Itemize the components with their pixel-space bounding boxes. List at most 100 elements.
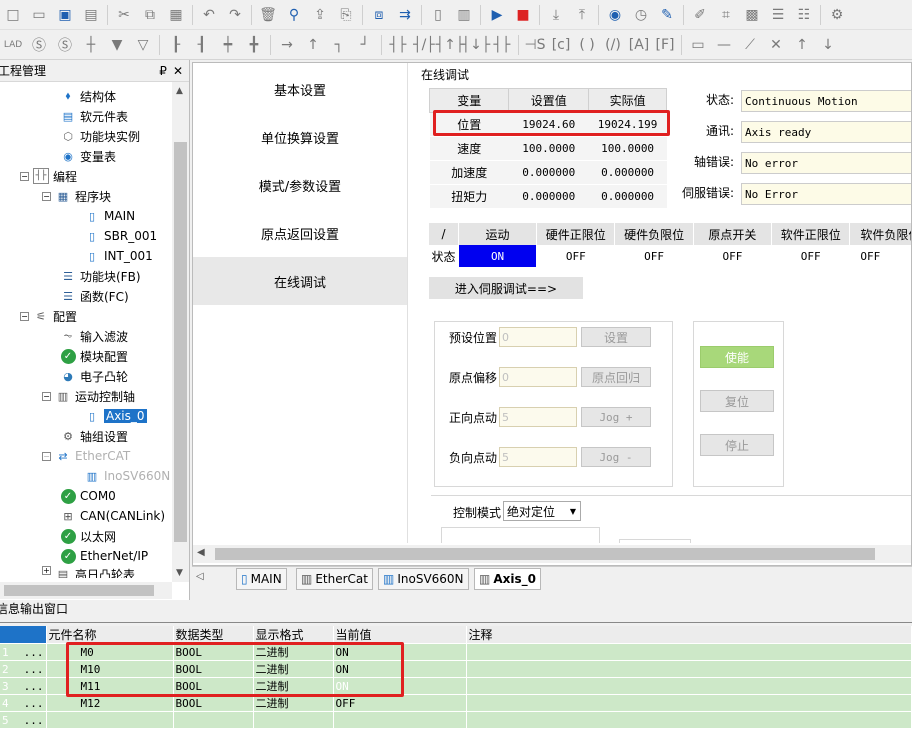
preset-input[interactable]: 0 bbox=[499, 327, 577, 347]
upload-icon[interactable]: ⇪ bbox=[309, 4, 331, 26]
down-line-icon[interactable]: ↓ bbox=[817, 34, 839, 56]
close-icon[interactable]: ✕ bbox=[173, 64, 183, 78]
stop-icon[interactable]: ■ bbox=[512, 4, 534, 26]
enable-button[interactable]: 使能 bbox=[700, 346, 774, 368]
webcam-icon[interactable]: ◉ bbox=[604, 4, 626, 26]
display-format[interactable] bbox=[253, 711, 334, 729]
tree-item-axis0[interactable]: ▯ Axis_0 bbox=[84, 406, 147, 426]
arrow-down-outline-icon[interactable]: ▽ bbox=[132, 34, 154, 56]
scroll-thumb[interactable] bbox=[174, 142, 187, 542]
current-value[interactable] bbox=[333, 711, 467, 729]
contact-no-icon[interactable]: ┤├ bbox=[387, 34, 409, 56]
vline-icon[interactable]: ↑ bbox=[302, 34, 324, 56]
network-icon[interactable]: ⌗ bbox=[715, 4, 737, 26]
tree-item-var-table[interactable]: ◉ 变量表 bbox=[60, 146, 116, 166]
contact-p-icon[interactable]: ┤↑├ bbox=[436, 34, 465, 56]
jog-negative-input[interactable]: 5 bbox=[499, 447, 577, 467]
arrow-down-icon[interactable]: ▼ bbox=[106, 34, 128, 56]
save-all-icon[interactable]: ▤ bbox=[80, 4, 102, 26]
tree-item-cam-table[interactable]: + ▤ 高日凸轮表 bbox=[42, 566, 135, 578]
tree-item-config[interactable]: − ⚟ 配置 bbox=[20, 306, 77, 326]
tree-item-module-config[interactable]: ✓ 模块配置 bbox=[60, 346, 128, 366]
corner-icon[interactable]: ┐ bbox=[328, 34, 350, 56]
tree-item-struct[interactable]: ⬧ 结构体 bbox=[60, 86, 117, 106]
run-icon[interactable]: ▶ bbox=[486, 4, 508, 26]
tree-item-ethercat[interactable]: − ⇄ EtherCAT bbox=[42, 446, 130, 466]
s2-icon[interactable]: Ⓢ bbox=[54, 34, 76, 56]
jog-plus-button[interactable]: Jog + bbox=[581, 407, 651, 427]
tab-scroll-left-icon[interactable]: ◁ bbox=[196, 571, 204, 582]
tree-item-programming[interactable]: − ┤├ 编程 bbox=[20, 166, 77, 186]
scroll-down-icon[interactable]: ▼ bbox=[176, 568, 183, 578]
table-row[interactable]: 4... M12 BOOL 二进制 OFF bbox=[0, 694, 912, 712]
comment[interactable] bbox=[466, 643, 912, 661]
comment[interactable] bbox=[466, 711, 912, 729]
copy-icon[interactable]: ⧉ bbox=[139, 4, 161, 26]
collapse-icon[interactable]: − bbox=[20, 171, 29, 181]
tab-inosv660n[interactable]: ▥ InoSV660N bbox=[378, 568, 469, 590]
tree-item-program-block[interactable]: − ▦ 程序块 bbox=[42, 186, 111, 206]
set-button[interactable]: 设置 bbox=[581, 327, 651, 347]
nav-unit-conversion[interactable]: 单位换算设置 bbox=[193, 113, 407, 161]
edit-icon[interactable]: ✐ bbox=[689, 4, 711, 26]
element-name[interactable]: M12 bbox=[46, 694, 174, 712]
tree-item-com0[interactable]: ✓ COM0 bbox=[60, 486, 116, 506]
collapse-icon[interactable]: − bbox=[42, 391, 51, 401]
junction-icon[interactable]: ┼ bbox=[80, 34, 102, 56]
tab-main[interactable]: ▯ MAIN bbox=[236, 568, 287, 590]
scroll-thumb[interactable] bbox=[4, 585, 154, 596]
jog-minus-button[interactable]: Jog - bbox=[581, 447, 651, 467]
tree-item-input-filter[interactable]: ⏦ 输入滤波 bbox=[60, 326, 129, 346]
scroll-left-icon[interactable]: ◀ bbox=[197, 547, 205, 558]
element-name[interactable] bbox=[46, 711, 174, 729]
tree-item-sbr[interactable]: ▯ SBR_001 bbox=[84, 226, 157, 246]
search-icon[interactable]: ⚲ bbox=[283, 4, 305, 26]
origin-return-button[interactable]: 原点回归 bbox=[581, 367, 651, 387]
line-icon[interactable]: — bbox=[713, 34, 735, 56]
download-icon[interactable]: ⎘ bbox=[335, 4, 357, 26]
collapse-icon[interactable]: − bbox=[42, 451, 51, 461]
tree-item-inosv660n[interactable]: ▥ InoSV660N bbox=[84, 466, 170, 486]
table-row[interactable]: 5... bbox=[0, 711, 912, 729]
coil-box-icon[interactable]: [c] bbox=[550, 34, 572, 56]
download-plc-icon[interactable]: ⤓ bbox=[545, 4, 567, 26]
tree-item-fb[interactable]: ☰ 功能块(FB) bbox=[60, 266, 140, 286]
nav-mode-params[interactable]: 模式/参数设置 bbox=[193, 161, 407, 209]
nav-homing[interactable]: 原点返回设置 bbox=[193, 209, 407, 257]
tree-item-fb-instance[interactable]: ⬡ 功能块实例 bbox=[60, 126, 140, 146]
contact-icon[interactable]: ┤├ bbox=[491, 34, 513, 56]
settings-icon[interactable]: ⚙ bbox=[826, 4, 848, 26]
comment-icon[interactable]: ▭ bbox=[687, 34, 709, 56]
branch4-icon[interactable]: ╋ bbox=[243, 34, 265, 56]
tree-item-ethernet[interactable]: ✓ 以太网 bbox=[60, 526, 116, 546]
comment[interactable] bbox=[466, 677, 912, 695]
undo-icon[interactable]: ↶ bbox=[198, 4, 220, 26]
tree-item-axis-group[interactable]: ⚙ 轴组设置 bbox=[60, 426, 128, 446]
tree-item-can[interactable]: ⊞ CAN(CANLink) bbox=[60, 506, 165, 526]
upload-plc-icon[interactable]: ⤒ bbox=[571, 4, 593, 26]
hline-icon[interactable]: → bbox=[276, 34, 298, 56]
monitor-icon[interactable]: ⧈ bbox=[368, 4, 390, 26]
tree-item-main[interactable]: ▯ MAIN bbox=[84, 206, 135, 226]
ladder-icon[interactable]: LAD bbox=[2, 34, 24, 56]
coil-neg-icon[interactable]: (/) bbox=[602, 34, 624, 56]
branch3-icon[interactable]: ┿ bbox=[217, 34, 239, 56]
coil-set-icon[interactable]: ⊣S bbox=[524, 34, 546, 56]
contact-nc-icon[interactable]: ┤/├ bbox=[413, 34, 435, 56]
diag-line-icon[interactable]: ⟋ bbox=[739, 34, 761, 56]
up-line-icon[interactable]: ↑ bbox=[791, 34, 813, 56]
cut-icon[interactable]: ✂ bbox=[113, 4, 135, 26]
contact-n-icon[interactable]: ┤↓├ bbox=[462, 34, 491, 56]
doc-horizontal-scrollbar[interactable]: ◀ bbox=[193, 545, 911, 563]
control-mode-select[interactable]: 绝对定位 ▼ bbox=[503, 501, 581, 521]
tree-item-int[interactable]: ▯ INT_001 bbox=[84, 246, 153, 266]
reset-button[interactable]: 复位 bbox=[700, 390, 774, 412]
tree-item-motion-axis[interactable]: − ▥ 运动控制轴 bbox=[42, 386, 135, 406]
servo-debug-button[interactable]: 进入伺服调试==> bbox=[429, 277, 583, 299]
file-list-icon[interactable]: ▥ bbox=[453, 4, 475, 26]
branch2-icon[interactable]: ┨ bbox=[191, 34, 213, 56]
coil-icon[interactable]: ( ) bbox=[576, 34, 598, 56]
tab-ethercat[interactable]: ▥ EtherCat bbox=[296, 568, 373, 590]
redo-icon[interactable]: ↷ bbox=[224, 4, 246, 26]
nav-basic-settings[interactable]: 基本设置 bbox=[193, 65, 407, 113]
